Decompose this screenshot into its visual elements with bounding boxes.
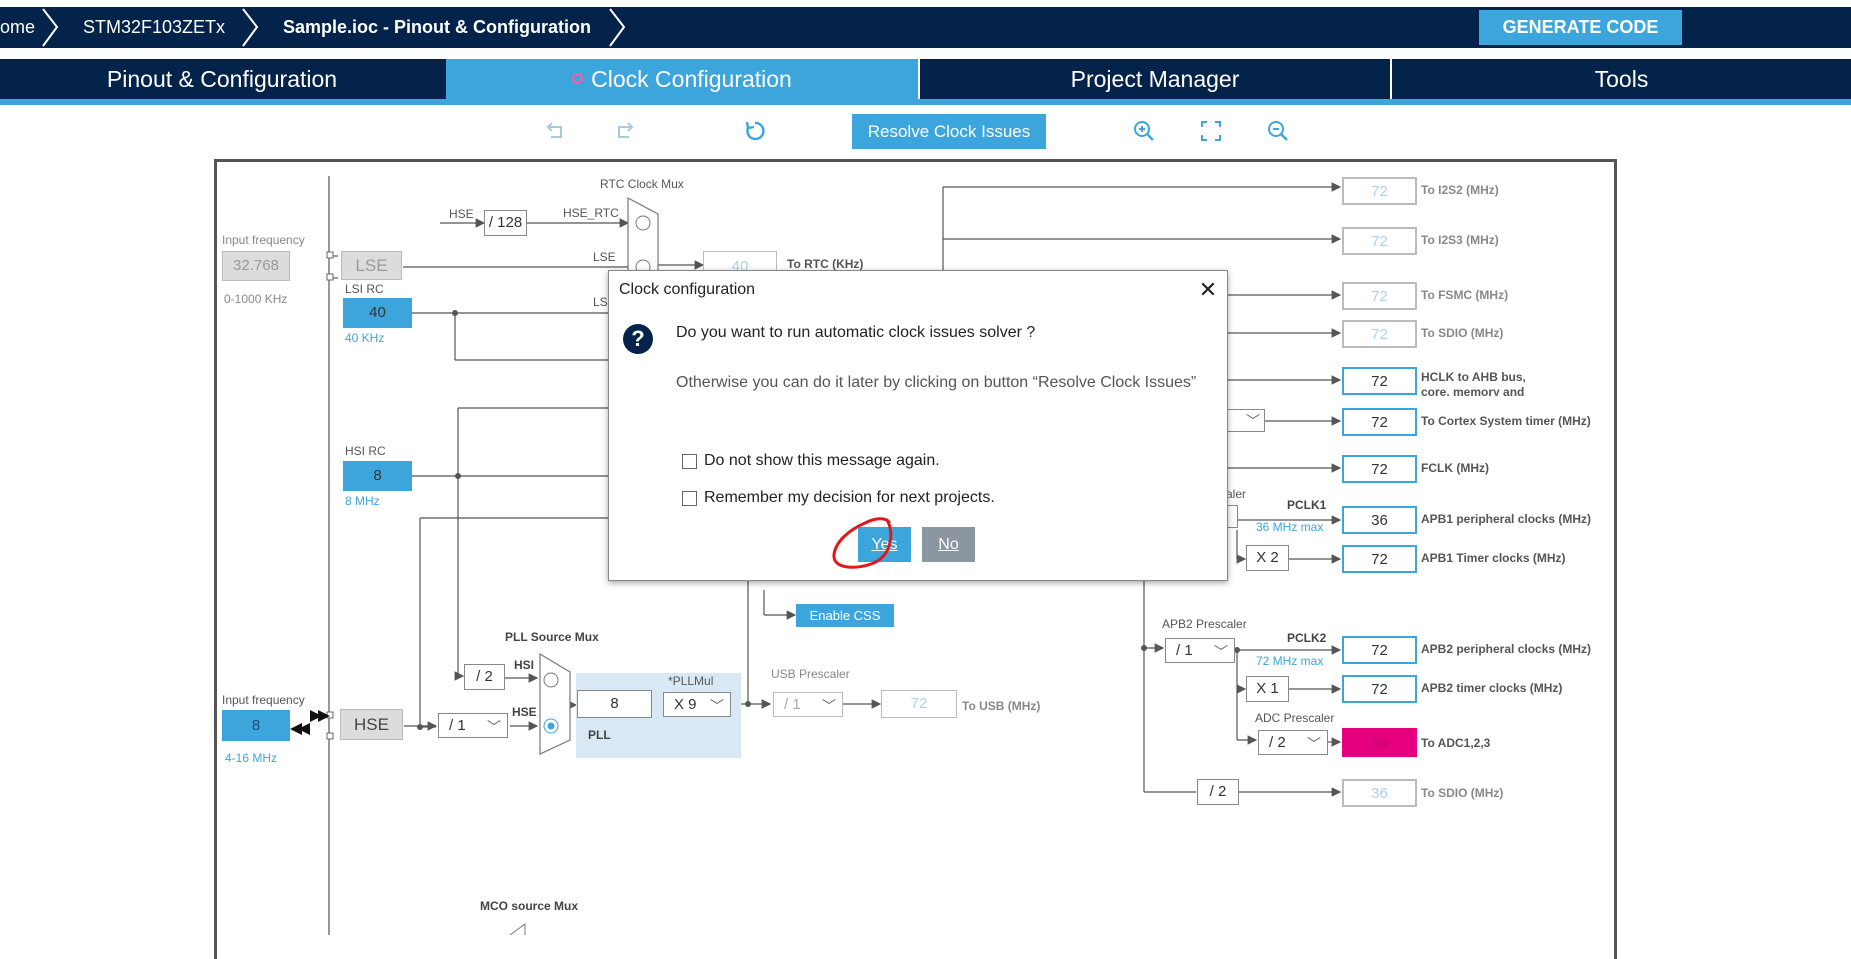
rtc-clock-mux-label: RTC Clock Mux <box>600 177 684 191</box>
red-circle-annotation <box>832 517 893 569</box>
apb2-prescaler-select[interactable]: / 1 ﹀ <box>1165 638 1235 663</box>
output-sdio2-value[interactable]: 36 <box>1342 779 1417 807</box>
dialog-hint: Otherwise you can do it later by clickin… <box>676 374 1197 391</box>
adc-prescaler-select[interactable]: / 2 ﹀ <box>1258 730 1328 755</box>
pclk1-max-label: 36 MHz max <box>1256 520 1324 534</box>
close-icon[interactable]: ✕ <box>1197 279 1219 301</box>
hse-rtc-label: HSE_RTC <box>563 206 619 220</box>
lsi-rc-box: 40 <box>343 298 412 328</box>
output-cortex-timer-label: To Cortex System timer (MHz) <box>1421 414 1591 428</box>
output-apb1-peripheral-label: APB1 peripheral clocks (MHz) <box>1421 512 1592 526</box>
output-fsmc-value[interactable]: 72 <box>1342 282 1417 310</box>
apb2-prescaler-label: APB2 Prescaler <box>1162 617 1247 631</box>
lse-small-label: LSE <box>593 250 616 264</box>
usb-output-label: To USB (MHz) <box>962 699 1041 713</box>
hse-oscillator-box[interactable]: HSE <box>340 709 403 740</box>
output-apb1-timer-value[interactable]: 72 <box>1342 545 1417 573</box>
output-apb2-peripheral-value[interactable]: 72 <box>1342 636 1417 664</box>
lse-input-field[interactable]: 32.768 <box>222 251 290 281</box>
output-cortex-timer-value[interactable]: 72 <box>1342 408 1417 436</box>
hse-label: HSE <box>449 207 474 221</box>
apb2-prescaler-value: / 1 <box>1176 642 1193 659</box>
pclk1-label: PCLK1 <box>1287 498 1327 512</box>
pllmul-select[interactable]: X 9 ﹀ <box>663 692 731 717</box>
cortex-prescaler-select[interactable]: ﹀ <box>1226 409 1265 432</box>
output-hclk-value[interactable]: 72 <box>1342 367 1417 395</box>
usb-prescaler-select[interactable]: / 1 ﹀ <box>773 692 843 717</box>
lse-input-frequency-label: Input frequency <box>222 233 305 247</box>
output-adc-value[interactable]: 36 <box>1342 728 1417 757</box>
output-sdio-label: To SDIO (MHz) <box>1421 326 1504 340</box>
pclk2-max-label: 72 MHz max <box>1256 654 1324 668</box>
dialog-title: Clock configuration <box>619 281 756 298</box>
pll-hse-label: HSE <box>512 705 537 719</box>
chevron-down-icon: ﹀ <box>487 719 501 735</box>
dialog-message: Do you want to run automatic clock issue… <box>676 324 1036 341</box>
apb2-timer-multiplier: X 1 <box>1246 676 1289 702</box>
question-icon: ? <box>623 324 653 354</box>
hsi-rc-label: HSI RC <box>345 444 386 458</box>
pll-hsi-label: HSI <box>514 658 535 672</box>
hsi-unit-label: 8 MHz <box>345 494 380 508</box>
rtc-hse-divider[interactable]: / 128 <box>484 210 527 236</box>
pllmul-label: *PLLMul <box>668 674 714 688</box>
do-not-show-checkbox[interactable] <box>682 454 697 469</box>
usb-prescaler-value: / 1 <box>784 696 801 713</box>
output-apb2-timer-label: APB2 timer clocks (MHz) <box>1421 681 1563 695</box>
pll-input-value: 8 <box>577 690 652 718</box>
do-not-show-label: Do not show this message again. <box>704 452 940 469</box>
hse-input-field[interactable]: 8 <box>222 710 290 741</box>
hse-prediv-select[interactable]: / 1 ﹀ <box>438 713 508 738</box>
output-hclk-label: HCLK to AHB bus, core, memory and DMA (M… <box>1421 370 1526 396</box>
pclk2-label: PCLK2 <box>1287 631 1327 645</box>
apb1-prescaler-label: aler <box>1226 487 1247 501</box>
chevron-down-icon: ﹀ <box>1246 413 1260 429</box>
output-apb1-peripheral-value[interactable]: 36 <box>1342 506 1417 534</box>
no-button[interactable]: No <box>922 527 975 562</box>
output-i2s3-label: To I2S3 (MHz) <box>1421 233 1499 247</box>
output-fclk-value[interactable]: 72 <box>1342 455 1417 483</box>
output-apb2-timer-value[interactable]: 72 <box>1342 675 1417 703</box>
rtc-output-label: To RTC (KHz) <box>787 257 864 271</box>
hsi-rc-box: 8 <box>343 461 412 491</box>
hse-prediv-value: / 1 <box>449 717 466 734</box>
output-fclk-label: FCLK (MHz) <box>1421 461 1489 475</box>
output-i2s3-value[interactable]: 72 <box>1342 227 1417 255</box>
adc-prescaler-value: / 2 <box>1269 734 1286 751</box>
apb1-timer-multiplier: X 2 <box>1246 545 1289 571</box>
output-apb2-peripheral-label: APB2 peripheral clocks (MHz) <box>1421 642 1592 656</box>
output-apb1-timer-label: APB1 Timer clocks (MHz) <box>1421 551 1566 565</box>
output-sdio2-label: To SDIO (MHz) <box>1421 786 1504 800</box>
hsi-div2-box: / 2 <box>464 664 505 690</box>
pllmul-value: X 9 <box>674 696 697 713</box>
pll-source-mux-label: PLL Source Mux <box>505 630 599 644</box>
lsi-unit-label: 40 KHz <box>345 331 385 345</box>
chevron-down-icon: ﹀ <box>710 698 724 714</box>
chevron-down-icon: ﹀ <box>1307 736 1321 752</box>
remember-decision-checkbox[interactable] <box>682 491 697 506</box>
hse-input-frequency-label: Input frequency <box>222 693 305 707</box>
remember-decision-label: Remember my decision for next projects. <box>704 489 995 506</box>
lse-oscillator-box[interactable]: LSE <box>341 251 402 280</box>
output-i2s2-label: To I2S2 (MHz) <box>1421 183 1499 197</box>
sdio-div2-box: / 2 <box>1197 779 1239 805</box>
lse-range-label: 0-1000 KHz <box>224 292 288 306</box>
chevron-down-icon: ﹀ <box>1214 644 1228 660</box>
output-sdio-value[interactable]: 72 <box>1342 320 1417 348</box>
clock-configuration-dialog: Clock configuration ✕ ? Do you want to r… <box>608 270 1228 581</box>
output-adc-label: To ADC1,2,3 <box>1421 736 1491 750</box>
pll-label: PLL <box>588 728 611 742</box>
usb-output-value[interactable]: 72 <box>881 690 957 718</box>
hse-range-label: 4-16 MHz <box>225 751 278 765</box>
lsi-rc-label: LSI RC <box>345 282 384 296</box>
adc-prescaler-label: ADC Prescaler <box>1255 711 1335 725</box>
usb-prescaler-label: USB Prescaler <box>771 667 850 681</box>
output-i2s2-value[interactable]: 72 <box>1342 177 1417 205</box>
mco-source-mux-label: MCO source Mux <box>480 899 579 913</box>
output-fsmc-label: To FSMC (MHz) <box>1421 288 1509 302</box>
enable-css-button[interactable]: Enable CSS <box>796 604 894 627</box>
chevron-down-icon: ﹀ <box>822 698 836 714</box>
